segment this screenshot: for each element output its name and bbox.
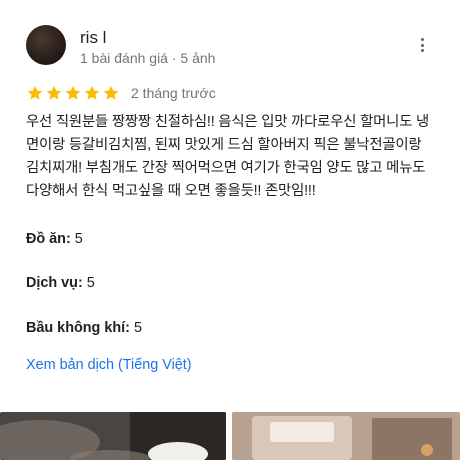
star-icon	[46, 85, 62, 100]
translate-link[interactable]: Xem bản dịch (Tiếng Việt)	[26, 357, 192, 373]
reviewer-avatar[interactable]	[26, 25, 66, 65]
more-options-button[interactable]	[413, 36, 431, 54]
review-text: 우선 직원분들 짱짱짱 친절하심!! 음식은 입맛 까다로우신 할머니도 냉면이…	[26, 114, 430, 199]
attribute-atmosphere-value: 5	[133, 320, 142, 336]
review-photo-1[interactable]	[0, 412, 226, 460]
reviewer-meta: 1 bài đánh giá · 5 ảnh	[80, 50, 216, 66]
star-rating	[26, 84, 121, 102]
attribute-atmosphere: Bầu không khí: 5	[26, 320, 142, 336]
more-vert-icon-dot	[420, 43, 424, 47]
photo-2-image	[232, 412, 460, 460]
attribute-service-value: 5	[86, 275, 95, 291]
star-icon	[103, 85, 119, 100]
reviewer-name[interactable]: ris l	[80, 28, 106, 48]
review-date: 2 tháng trước	[131, 85, 216, 101]
attribute-service: Dịch vụ: 5	[26, 275, 95, 291]
more-vert-icon-dot	[420, 49, 424, 52]
photo-1-image	[0, 412, 226, 460]
attribute-food-label: Đồ ăn:	[26, 231, 71, 247]
attribute-atmosphere-label: Bầu không khí:	[26, 320, 130, 336]
attribute-food-value: 5	[74, 231, 83, 247]
review-photo-2[interactable]	[232, 412, 460, 460]
star-icon	[84, 85, 100, 100]
rating-row: 2 tháng trước	[26, 84, 216, 102]
star-icon	[65, 85, 81, 100]
star-icon	[27, 85, 43, 100]
attribute-service-label: Dịch vụ:	[26, 275, 83, 291]
attribute-food: Đồ ăn: 5	[26, 231, 83, 247]
more-vert-icon-dot	[420, 38, 424, 41]
